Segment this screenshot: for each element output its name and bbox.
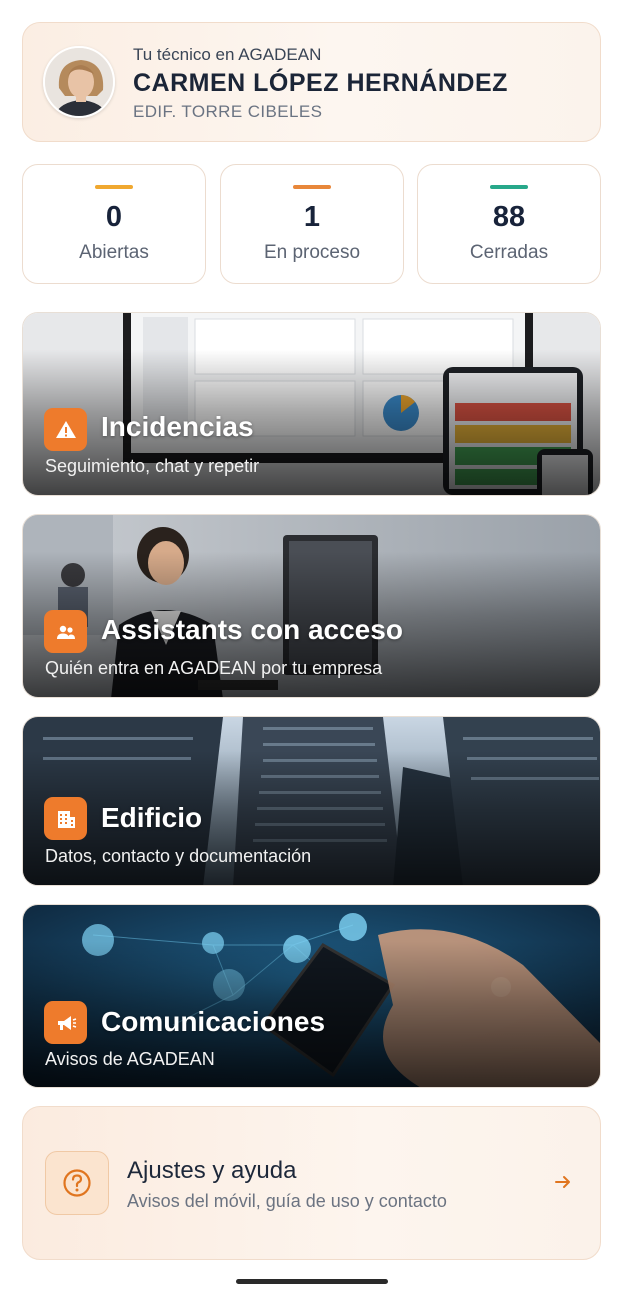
tile-assistants[interactable]: Assistants con acceso Quién entra en AGA… (22, 514, 601, 698)
tile-title: Incidencias (101, 411, 254, 442)
tile-title: Comunicaciones (101, 1006, 326, 1037)
stat-label: En proceso (263, 242, 361, 263)
arrow-right-icon (552, 1171, 574, 1198)
technician-subtitle: Tu técnico en AGADEAN (133, 45, 322, 64)
settings-description: Avisos del móvil, guía de uso y contacto (127, 1191, 447, 1211)
stat-value: 88 (492, 201, 526, 233)
help-circle-icon (45, 1151, 109, 1215)
settings-title: Ajustes y ayuda (127, 1157, 297, 1184)
stat-card-en-proceso[interactable]: 1 En proceso (220, 164, 404, 284)
tile-title: Edificio (101, 802, 203, 833)
technician-name: CARMEN LÓPEZ HERNÁNDEZ (133, 69, 508, 97)
stat-label: Abiertas (79, 242, 149, 263)
technician-card: Tu técnico en AGADEAN CARMEN LÓPEZ HERNÁ… (22, 22, 601, 142)
users-icon (44, 610, 87, 653)
building-icon (44, 797, 87, 840)
stat-value: 0 (105, 201, 123, 233)
tile-comunicaciones[interactable]: Comunicaciones Avisos de AGADEAN (22, 904, 601, 1088)
stat-indicator-bar (490, 185, 528, 189)
stat-card-cerradas[interactable]: 88 Cerradas (417, 164, 601, 284)
tile-incidencias[interactable]: Incidencias Seguimiento, chat y repetir (22, 312, 601, 496)
tile-description: Seguimiento, chat y repetir (45, 456, 260, 476)
stat-value: 1 (303, 201, 321, 233)
tile-title: Assistants con acceso (101, 614, 403, 645)
settings-help-card[interactable]: Ajustes y ayuda Avisos del móvil, guía d… (22, 1106, 601, 1260)
tile-description: Quién entra en AGADEAN por tu empresa (45, 658, 383, 678)
tile-description: Avisos de AGADEAN (45, 1049, 215, 1069)
home-indicator[interactable] (236, 1279, 388, 1284)
stat-card-abiertas[interactable]: 0 Abiertas (22, 164, 206, 284)
warning-icon (44, 408, 87, 451)
tile-description: Datos, contacto y documentación (45, 846, 312, 866)
stat-label: Cerradas (469, 242, 549, 263)
megaphone-icon (44, 1001, 87, 1044)
technician-avatar (43, 46, 115, 118)
tile-edificio[interactable]: Edificio Datos, contacto y documentación (22, 716, 601, 886)
technician-building: EDIF. TORRE CIBELES (133, 102, 323, 121)
stat-indicator-bar (95, 185, 133, 189)
stat-indicator-bar (293, 185, 331, 189)
